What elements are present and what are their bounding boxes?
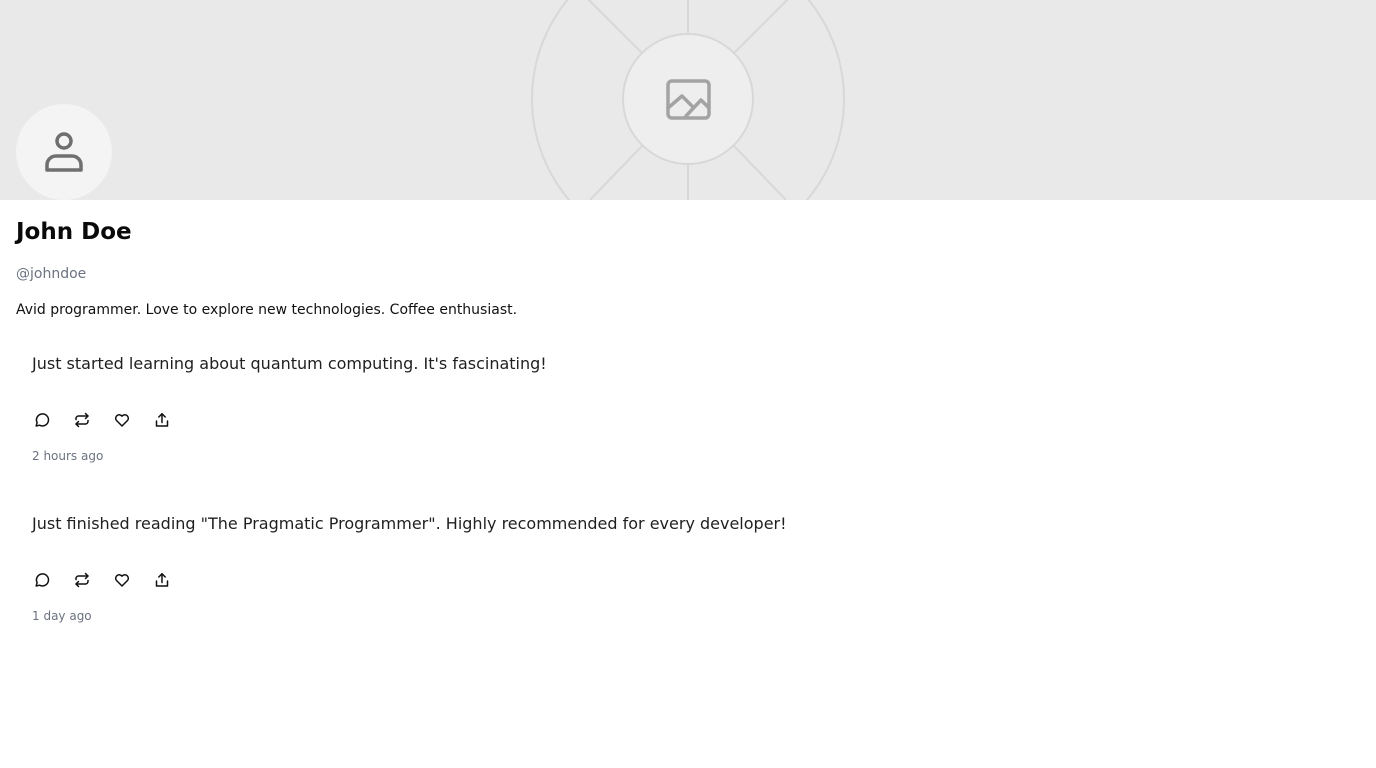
like-button[interactable]: [112, 570, 132, 590]
share-icon: [155, 573, 169, 587]
repost-button[interactable]: [72, 410, 92, 430]
repost-icon: [75, 572, 89, 588]
post-item: Just started learning about quantum comp…: [32, 352, 1332, 512]
like-button[interactable]: [112, 410, 132, 430]
profile-name: John Doe: [16, 219, 132, 245]
repost-icon: [75, 412, 89, 428]
profile-banner: [0, 0, 1376, 200]
avatar[interactable]: [16, 104, 112, 200]
share-icon: [155, 413, 169, 427]
like-icon: [114, 414, 130, 427]
profile-handle[interactable]: @johndoe: [16, 265, 1356, 283]
like-icon: [114, 574, 130, 587]
post-timestamp: 1 day ago: [32, 609, 92, 623]
profile-bio: Avid programmer. Love to explore new tec…: [16, 302, 518, 318]
post-timestamp: 2 hours ago: [32, 449, 104, 463]
repost-button[interactable]: [72, 570, 92, 590]
comment-button[interactable]: [32, 570, 52, 590]
comment-icon: [35, 413, 50, 427]
person-icon: [45, 132, 83, 172]
image-placeholder-icon: [468, 0, 908, 200]
share-button[interactable]: [152, 570, 172, 590]
post-text: Just finished reading "The Pragmatic Pro…: [32, 514, 787, 533]
post-text: Just started learning about quantum comp…: [32, 354, 547, 373]
post-list: Just started learning about quantum comp…: [32, 352, 1332, 672]
post-actions: [32, 570, 172, 590]
post-item: Just finished reading "The Pragmatic Pro…: [32, 512, 1332, 672]
comment-icon: [35, 573, 50, 587]
comment-button[interactable]: [32, 410, 52, 430]
share-button[interactable]: [152, 410, 172, 430]
profile-info: John Doe @johndoe Avid programmer. Love …: [16, 216, 1356, 319]
post-actions: [32, 410, 172, 430]
